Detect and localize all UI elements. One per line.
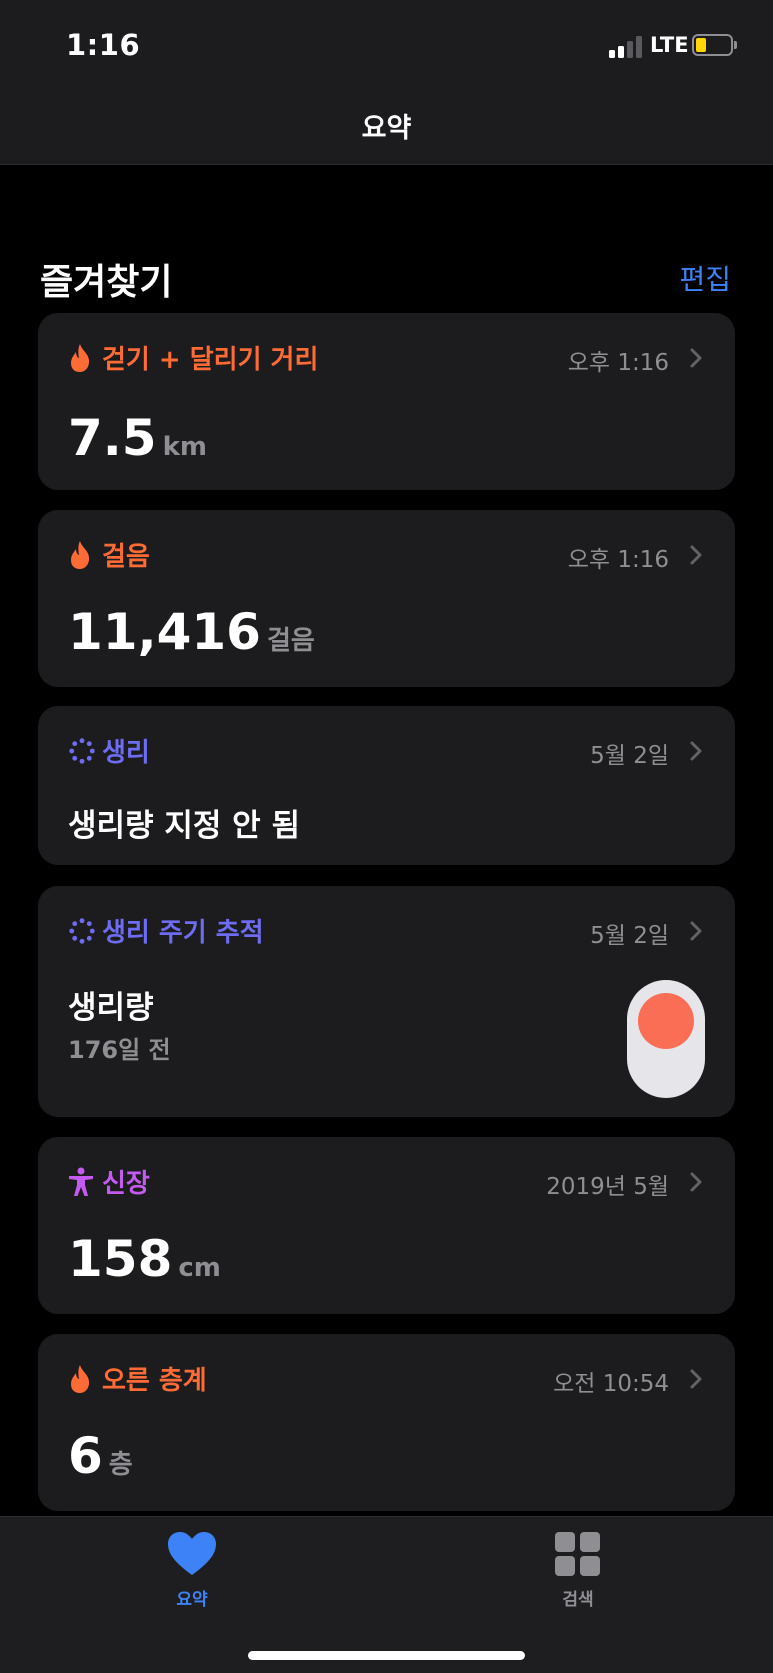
value-unit: 층: [108, 1450, 133, 1480]
tab-summary[interactable]: 요약: [132, 1531, 252, 1610]
chevron-right-icon: [690, 1369, 702, 1389]
card-walking-running-distance[interactable]: 걷기 + 달리기 거리 오후 1:16 7.5 km: [38, 313, 735, 490]
card-title: 걷기 + 달리기 거리: [102, 345, 319, 375]
tab-label: 요약: [176, 1590, 208, 1610]
card-title: 신장: [102, 1169, 150, 1199]
value-number: 11,416: [68, 603, 261, 661]
network-type: LTE: [650, 33, 689, 57]
card-menstruation[interactable]: 생리 5월 2일 생리량 지정 안 됨: [38, 706, 735, 865]
card-value: 11,416 걸음: [68, 603, 315, 661]
card-value: 158 cm: [68, 1230, 221, 1288]
card-value: 생리량 지정 안 됨: [68, 808, 301, 844]
card-value: 생리량: [68, 990, 154, 1026]
chevron-right-icon: [690, 348, 702, 368]
card-timestamp: 오전 10:54: [553, 1371, 669, 1397]
value-unit: cm: [178, 1253, 221, 1283]
chevron-right-icon: [690, 741, 702, 761]
value-number: 6: [68, 1427, 103, 1485]
tab-bar: 요약 검색: [0, 1516, 773, 1673]
home-indicator: [248, 1651, 525, 1660]
signal-icon: [609, 36, 645, 58]
card-value: 7.5 km: [68, 409, 207, 467]
value-number: 7.5: [68, 409, 157, 467]
card-title: 생리 주기 추적: [102, 918, 264, 948]
card-title: 오른 층계: [102, 1366, 207, 1396]
battery-icon: [692, 34, 733, 56]
cycle-icon: [69, 918, 95, 944]
card-steps[interactable]: 걸음 오후 1:16 11,416 걸음: [38, 510, 735, 687]
cycle-dot: [638, 993, 694, 1049]
card-title: 생리: [102, 738, 150, 768]
card-subvalue: 176일 전: [68, 1036, 171, 1064]
page-title: 요약: [361, 113, 412, 144]
chevron-right-icon: [690, 921, 702, 941]
card-value: 6층: [68, 1427, 133, 1485]
card-timestamp: 오후 1:16: [567, 350, 669, 376]
tab-browse[interactable]: 검색: [518, 1531, 638, 1610]
card-title: 걸음: [102, 542, 150, 572]
status-time: 1:16: [66, 28, 141, 62]
favorites-title: 즐겨찾기: [40, 262, 173, 303]
heart-icon: [168, 1532, 216, 1575]
cycle-toggle[interactable]: [627, 980, 705, 1098]
grid-icon: [555, 1532, 600, 1576]
value-number: 158: [68, 1230, 173, 1288]
flame-icon: [71, 541, 90, 569]
tab-label: 검색: [562, 1590, 594, 1610]
card-cycle-tracking[interactable]: 생리 주기 추적 5월 2일 생리량 176일 전: [38, 886, 735, 1117]
card-timestamp: 2019년 5월: [546, 1174, 669, 1200]
edit-button[interactable]: 편집: [679, 258, 731, 298]
flame-icon: [71, 1365, 90, 1393]
battery-tip: [734, 41, 737, 49]
value-unit: 걸음: [266, 626, 315, 656]
card-timestamp: 5월 2일: [590, 923, 669, 949]
card-flights-climbed[interactable]: 오른 층계 오전 10:54 6층: [38, 1334, 735, 1511]
flame-icon: [71, 344, 90, 372]
chevron-right-icon: [690, 545, 702, 565]
card-height[interactable]: 신장 2019년 5월 158 cm: [38, 1137, 735, 1314]
cycle-icon: [69, 738, 95, 764]
card-timestamp: 5월 2일: [590, 743, 669, 769]
status-bar: 1:16 LTE: [0, 0, 773, 92]
figure-icon: [69, 1167, 93, 1196]
card-timestamp: 오후 1:16: [567, 547, 669, 573]
chevron-right-icon: [690, 1172, 702, 1192]
nav-bar: 요약: [0, 92, 773, 165]
value-unit: km: [162, 432, 207, 462]
